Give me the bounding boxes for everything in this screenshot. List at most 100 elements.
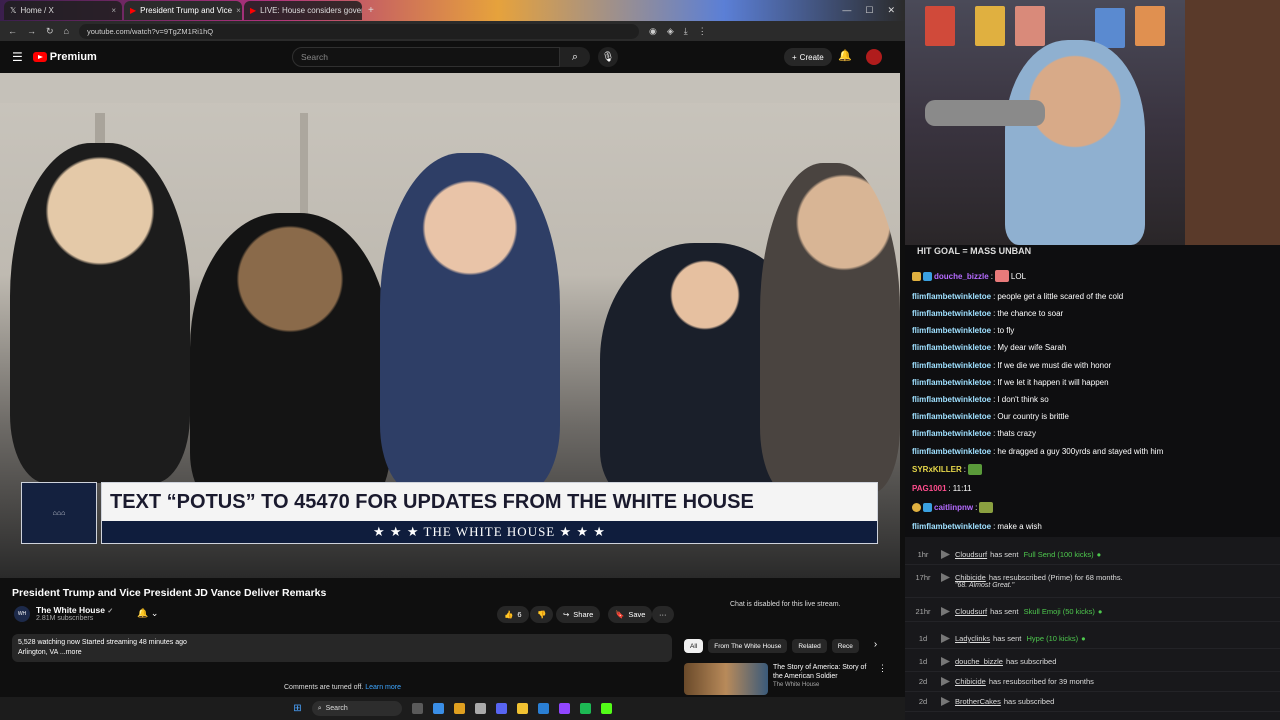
like-button[interactable]: 👍 6 [497,606,529,623]
chevron-right-icon[interactable]: › [874,639,877,653]
chat-message: douche_bizzle: LOL [912,269,1026,283]
emote-icon [994,270,1009,282]
chat-message: flimflambetwinkletoe: I don't think so [912,394,1049,404]
event-row: 21hr Cloudsurf has sent Skull Emoji (50 ki… [905,602,1280,622]
account-avatar[interactable] [866,49,882,65]
windows-start-icon[interactable]: ⊞ [293,703,301,714]
download-icon[interactable]: ⤓ [684,26,688,37]
notification-bell-dropdown[interactable]: 🔔 ⌄ [137,608,158,619]
app-icon[interactable] [474,703,486,714]
youtube-logo[interactable]: Premium [32,51,97,63]
extension-icon[interactable]: ◈ [667,26,674,37]
event-type-icon [941,657,950,666]
streamer [1005,40,1145,245]
discord-icon[interactable] [495,703,507,714]
event-row: 1hr Cloudsurf has sent Full Send (100 kick… [905,545,1280,565]
lower-third-banner: ⌂⌂⌂ TEXT “POTUS” TO 45470 FOR UPDATES FR… [21,482,878,544]
forward-icon[interactable]: → [27,26,36,36]
bookshelf [1185,0,1280,245]
thumbs-up-icon: 👍 [504,610,514,619]
chip-recent[interactable]: Rece [831,639,859,653]
video-background-wall [0,73,900,103]
extension-icon[interactable]: ◉ [649,26,657,37]
maximize-icon[interactable]: ☐ [865,5,873,16]
badge-icon [912,271,921,281]
recommended-thumbnail[interactable] [684,663,768,695]
stream-chat: HIT GOAL = MASS UNBAN douche_bizzle: LOL… [905,245,1280,537]
back-icon[interactable]: ← [8,26,17,36]
badge-icon [923,271,932,281]
reload-icon[interactable]: ↻ [46,26,54,37]
browser-tab[interactable]: ▶LIVE: House considers governm× [244,1,362,20]
chat-message: flimflambetwinkletoe: thats crazy [912,428,1037,438]
thumbs-down-icon: 👎 [537,610,547,619]
steam-icon[interactable] [537,703,549,714]
chip-related[interactable]: Related [792,639,827,653]
emote-icon [968,463,983,475]
search-button[interactable]: ⌕ [560,47,590,67]
dislike-button[interactable]: 👎 [530,606,554,623]
voice-search-button[interactable]: 🎙 [598,47,618,67]
search-icon: ⌕ [571,50,579,63]
learn-more-link[interactable]: Learn more [365,684,401,691]
emote-icon [979,501,994,513]
video-description[interactable]: 5,528 watching now Started streaming 48 … [12,634,672,662]
channel-avatar[interactable]: WH [14,605,30,622]
chip-from-channel[interactable]: From The White House [708,639,788,653]
edge-icon[interactable] [432,703,444,714]
recommended-video[interactable]: The Story of America: Story of the Ameri… [684,663,887,695]
save-button[interactable]: 🔖 Save [608,606,653,623]
menu-dots-icon[interactable]: ⋮ [698,26,707,37]
home-icon[interactable]: ⌂ [64,26,69,36]
badge-icon [912,502,921,512]
more-vert-icon[interactable]: ⋮ [878,663,887,695]
chrome-icon[interactable] [453,703,465,714]
url-field[interactable]: youtube.com/watch?v=9TgZM1Ri1hQ [78,23,639,39]
kick-icon[interactable] [600,703,612,714]
video-title: President Trump and Vice President JD Va… [12,587,327,599]
chat-message: PAG1001: 11:11 [912,483,972,493]
spotify-icon[interactable] [579,703,591,714]
white-house-seal-icon: ⌂⌂⌂ [21,482,97,544]
wall-poster [1015,6,1045,46]
event-row: 1d douche_bizzle has subscribed [905,652,1280,672]
lower-third-subtitle: ★ ★ ★ THE WHITE HOUSE ★ ★ ★ [102,521,877,543]
youtube-tab-icon: ▶ [250,6,257,15]
youtube-play-icon [32,52,47,62]
chat-message: flimflambetwinkletoe: make a wish [912,521,1042,531]
search-input[interactable]: Search [292,47,560,67]
close-tab-icon[interactable]: × [111,6,116,15]
video-player[interactable]: ⌂⌂⌂ TEXT “POTUS” TO 45470 FOR UPDATES FR… [0,73,900,578]
lower-third-headline: TEXT “POTUS” TO 45470 FOR UPDATES FROM T… [102,483,877,521]
twitch-icon[interactable] [558,703,570,714]
hamburger-menu-icon[interactable]: ☰ [12,50,23,64]
share-button[interactable]: ↪ Share [556,606,601,623]
more-actions-button[interactable]: ··· [652,606,674,623]
browser-tab[interactable]: 𝕏 Home / X × [4,1,122,20]
chip-all[interactable]: All [684,639,704,653]
video-person-right [760,163,900,493]
channel-info: WH The White House ✓ 2.81M subscribers 🔔… [14,605,158,622]
create-button[interactable]: + Create [784,48,832,66]
video-person-woman [10,143,190,483]
close-tab-icon[interactable]: × [236,6,241,15]
microphone [925,100,1045,126]
event-type-icon [941,697,950,706]
task-view-icon[interactable] [411,703,423,714]
new-tab-button[interactable]: + [364,5,378,16]
notifications-bell-icon[interactable]: 🔔 [838,49,852,62]
browser-tab-active[interactable]: ▶ President Trump and Vice × [124,1,242,20]
stream-events-feed: 1hr Cloudsurf has sent Full Send (100 kick… [905,537,1280,720]
webcam-feed [905,0,1280,245]
minimize-icon[interactable]: — [842,5,851,16]
recommendation-chips: All From The White House Related Rece › [684,639,877,653]
event-type-icon [941,607,950,616]
taskbar-search[interactable]: ⌕ Search [311,701,402,716]
close-window-icon[interactable]: ✕ [887,5,895,16]
event-type-icon [941,634,950,643]
x-logo-icon: 𝕏 [10,6,17,15]
folder-icon[interactable] [516,703,528,714]
address-bar-row: ← → ↻ ⌂ youtube.com/watch?v=9TgZM1Ri1hQ … [0,21,905,41]
channel-name[interactable]: The White House ✓ [36,605,113,615]
wall-poster [1095,8,1125,48]
